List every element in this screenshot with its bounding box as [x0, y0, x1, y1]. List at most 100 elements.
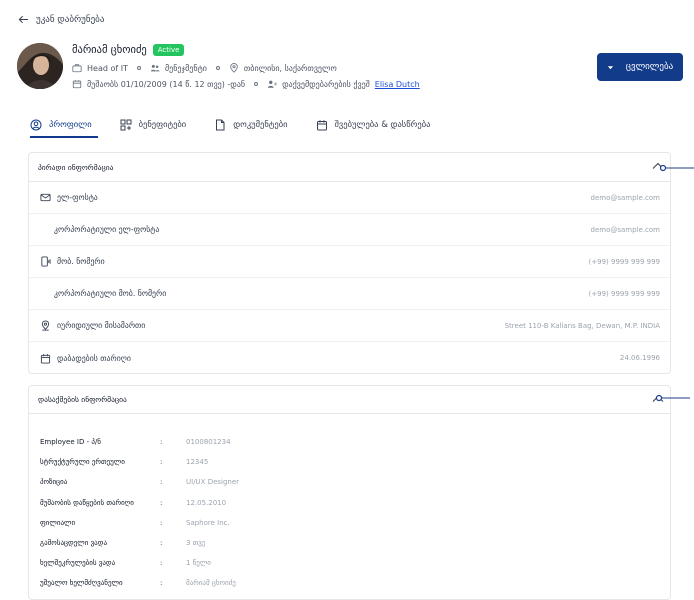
phone-icon	[41, 256, 51, 267]
tab-documents-label: დოკუმენტები	[233, 120, 288, 130]
row-label: სტრუქტურული ერთეული	[40, 458, 125, 467]
separator-dot	[136, 66, 141, 70]
user-manager-icon	[267, 80, 277, 88]
tab-leave-attendance[interactable]: შვებულება & დასწრება	[316, 117, 431, 133]
user-circle-icon	[30, 119, 42, 131]
employment-row: სტრუქტურული ერთეული: 12345	[29, 452, 670, 472]
separator-dot	[215, 66, 220, 70]
row-label: მუშაობის დაწყების თარიღი	[40, 498, 134, 507]
tab-documents[interactable]: დოკუმენტები	[214, 117, 288, 133]
employment-row: გამოსაცდელი ვადა: 3 თვე	[29, 533, 670, 553]
row-label: პოზიცია	[40, 478, 68, 487]
info-row-address: იურიდიული მისამართი Street 110-B Kalians…	[29, 310, 670, 342]
briefcase-icon	[72, 64, 82, 73]
row-value: demo@sample.com	[590, 193, 660, 202]
employment-row: ხელშეკრულების ვადა: 1 წელი	[29, 553, 670, 573]
team-icon	[150, 64, 160, 72]
row-label: უშუალო ხელმძღვანელი	[40, 579, 123, 588]
grid-plus-icon	[120, 119, 132, 131]
row-value: demo@sample.com	[590, 225, 660, 234]
profile-name: მარიამ ცხოიძე	[72, 44, 147, 56]
profile-hired-date: მუშაობს 01/10/2009 (14 წ. 12 თვე) -დან	[87, 79, 246, 89]
info-row-mobile: მობ. ნომერი (+99) 9999 999 999	[29, 246, 670, 278]
row-value: UI/UX Designer	[186, 478, 240, 487]
row-colon: :	[160, 579, 163, 588]
manager-link[interactable]: Elisa Dutch	[375, 80, 420, 89]
row-colon: :	[160, 559, 163, 568]
row-value: 1 წელი	[186, 559, 211, 568]
profile-role: Head of IT	[87, 63, 128, 73]
employment-row: ფილიალი: Saphore Inc.	[29, 513, 670, 533]
info-row-birthdate: დაბადების თარიღი 24.06.1996	[29, 342, 670, 374]
calendar-icon	[40, 353, 51, 364]
row-colon: :	[160, 518, 163, 527]
row-label: იურიდიული მისამართი	[57, 321, 146, 330]
personal-info-card: პირადი ინფორმაცია ელ-ფოსტა demo@sample.c…	[28, 152, 671, 374]
tab-leave-label: შვებულება & დასწრება	[334, 120, 431, 130]
tab-profile[interactable]: პროფილი	[30, 117, 92, 133]
row-colon: :	[160, 539, 163, 548]
info-row-corporate-email: კორპორატიული ელ-ფოსტა demo@sample.com	[29, 214, 670, 246]
back-link[interactable]: უკან დაბრუნება	[18, 14, 104, 25]
personal-info-title: პირადი ინფორმაცია	[38, 162, 114, 172]
profile-department: მენეჯმენტი	[164, 63, 207, 73]
edit-button[interactable]: ცვლილება	[597, 53, 683, 81]
tab-benefits[interactable]: ბენეფიტები	[120, 117, 187, 133]
section-connector-handle	[655, 394, 690, 402]
location-pin-icon	[230, 63, 238, 73]
personal-info-header[interactable]: პირადი ინფორმაცია	[29, 153, 670, 182]
employment-row: უშუალო ხელმძღვანელი: მარიამ ცხოიძე	[29, 573, 670, 593]
row-colon: :	[160, 478, 163, 487]
row-value: (+99) 9999 999 999	[588, 289, 660, 298]
row-colon: :	[160, 438, 163, 447]
row-label: Employee ID - პ/ნ	[40, 438, 101, 447]
employment-row: Employee ID - პ/ნ: 0100801234	[29, 432, 670, 452]
employment-info-card: დასაქმების ინფორმაცია Employee ID - პ/ნ:…	[28, 385, 671, 600]
info-row-email: ელ-ფოსტა demo@sample.com	[29, 182, 670, 214]
tab-profile-label: პროფილი	[49, 120, 92, 130]
row-label: დაბადების თარიღი	[57, 353, 131, 363]
row-value: 0100801234	[186, 438, 231, 447]
back-label: უკან დაბრუნება	[36, 14, 105, 25]
active-tab-indicator	[30, 136, 98, 138]
profile-name-row: მარიამ ცხოიძე Active	[72, 44, 185, 56]
row-label: ხელშეკრულების ვადა	[40, 559, 116, 568]
avatar	[17, 43, 63, 89]
document-icon	[216, 119, 225, 131]
row-value: 24.06.1996	[619, 354, 660, 362]
row-label: მობ. ნომერი	[57, 257, 105, 266]
row-value: Saphore Inc.	[186, 518, 230, 527]
employment-info-title: დასაქმების ინფორმაცია	[38, 395, 127, 404]
row-colon: :	[160, 458, 163, 467]
info-row-corporate-mobile: კორპორატიული მობ. ნომერი (+99) 9999 999 …	[29, 278, 670, 310]
row-value: 12345	[186, 458, 209, 467]
tab-benefits-label: ბენეფიტები	[138, 120, 187, 130]
arrow-left-icon	[18, 15, 29, 24]
profile-tabs: პროფილი ბენეფიტები დოკუმენტები შვებულება…	[30, 117, 458, 133]
row-value: 12.05.2010	[186, 498, 227, 507]
row-value: (+99) 9999 999 999	[588, 257, 660, 266]
location-pin-icon	[41, 320, 50, 331]
row-label: კორპორატიული ელ-ფოსტა	[54, 225, 160, 234]
row-label: კორპორატიული მობ. ნომერი	[54, 289, 167, 298]
separator-dot	[254, 82, 259, 86]
profile-location: თბილისი, საქართველო	[243, 63, 337, 73]
profile-added-by-prefix: დაქვემდებარების ქვეშ	[282, 79, 370, 89]
profile-meta-line-1: Head of IT მენეჯმენტი თბილისი, საქართველ…	[72, 63, 337, 73]
calendar-icon	[72, 80, 82, 89]
row-value: მარიამ ცხოიძე	[186, 579, 236, 588]
employment-info-header[interactable]: დასაქმების ინფორმაცია	[29, 386, 670, 413]
calendar-icon	[316, 120, 327, 131]
row-label: ფილიალი	[40, 518, 76, 527]
row-label: გამოსაცდელი ვადა	[40, 539, 107, 548]
status-badge: Active	[152, 44, 185, 56]
caret-down-icon	[607, 65, 613, 69]
section-connector-handle	[660, 164, 694, 172]
employment-row: მუშაობის დაწყების თარიღი: 12.05.2010	[29, 493, 670, 513]
row-colon: :	[160, 498, 163, 507]
mail-icon	[40, 193, 51, 202]
edit-button-label: ცვლილება	[625, 62, 674, 72]
row-value: 3 თვე	[186, 539, 206, 548]
employment-row: პოზიცია: UI/UX Designer	[29, 472, 670, 492]
row-label: ელ-ფოსტა	[57, 193, 98, 202]
